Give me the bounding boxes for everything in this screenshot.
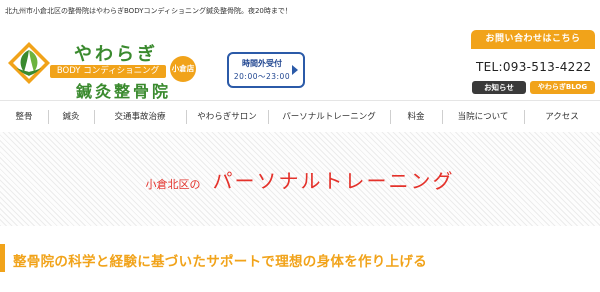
after-hours-time: 20:00～23:00: [233, 72, 291, 81]
branch-badge: 小倉店: [170, 56, 196, 82]
contact-button[interactable]: お問い合わせはこちら: [471, 30, 595, 49]
logo-name-bar: BODY コンディショニング: [50, 65, 166, 78]
blog-button[interactable]: やわらぎBLOG: [530, 81, 595, 94]
after-hours-label: 時間外受付: [242, 59, 282, 68]
after-hours-button[interactable]: 時間外受付 20:00～23:00: [227, 52, 305, 88]
nav-item-about[interactable]: 当院について: [442, 109, 524, 125]
nav-item-personal-training[interactable]: パーソナルトレーニング: [268, 109, 390, 125]
chevron-right-icon: [292, 65, 298, 75]
leaf-hands-logo-icon: [8, 42, 50, 84]
news-button[interactable]: お知らせ: [472, 81, 526, 94]
nav-item-salon[interactable]: やわらぎサロン: [186, 109, 268, 125]
nav-item-acupuncture[interactable]: 鍼灸: [48, 109, 94, 125]
page-title-prefix: 小倉北区の: [145, 178, 201, 191]
nav-item-access[interactable]: アクセス: [524, 109, 600, 125]
section-accent-bar: [0, 244, 5, 272]
nav-item-price[interactable]: 料金: [390, 109, 442, 125]
nav-item-seikotsu[interactable]: 整骨: [0, 109, 48, 125]
phone-number[interactable]: TEL:093-513-4222: [476, 60, 591, 74]
logo-name-bottom: 鍼灸整骨院: [76, 82, 172, 101]
section-heading-text: 整骨院の科学と経験に基づいたサポートで理想の身体を作り上げる: [13, 254, 427, 270]
page-title: 小倉北区の パーソナルトレーニング: [0, 165, 600, 194]
logo-name-top: やわらぎ: [74, 44, 158, 65]
site-tagline: 北九州市小倉北区の整骨院はやわらぎBODYコンディショニング鍼灸整骨院。夜20時…: [5, 7, 292, 15]
section-heading: 整骨院の科学と経験に基づいたサポートで理想の身体を作り上げる: [0, 244, 600, 272]
page-hero: 小倉北区の パーソナルトレーニング: [0, 132, 600, 226]
nav-item-traffic-accident[interactable]: 交通事故治療: [94, 109, 186, 125]
page-title-main: パーソナルトレーニング: [212, 169, 455, 193]
main-nav: 整骨 鍼灸 交通事故治療 やわらぎサロン パーソナルトレーニング 料金 当院につ…: [0, 100, 600, 132]
